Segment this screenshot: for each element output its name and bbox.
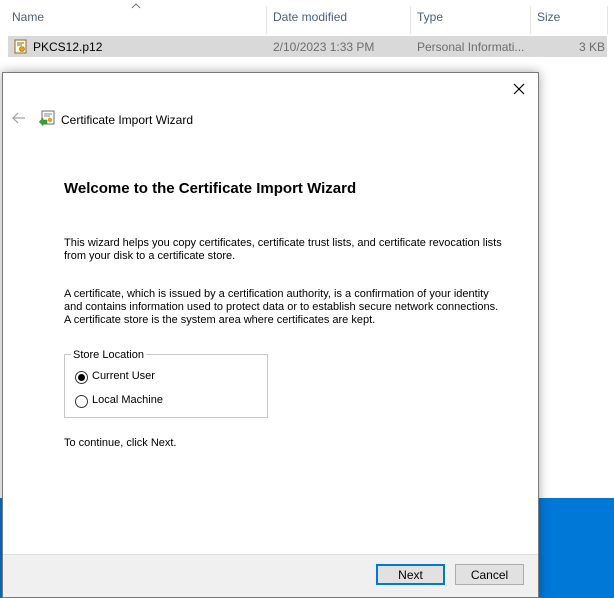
radio-button-checked[interactable] xyxy=(75,371,88,384)
radio-label-current-user[interactable]: Current User xyxy=(92,370,155,382)
file-row[interactable]: PKCS12.p12 2/10/2023 1:33 PM Personal In… xyxy=(8,36,607,57)
column-divider[interactable] xyxy=(607,6,608,34)
column-header-row: Name Date modified Type Size xyxy=(0,0,614,34)
dialog-title: Certificate Import Wizard xyxy=(61,113,194,127)
intro-paragraph: This wizard helps you copy certificates,… xyxy=(64,237,502,262)
column-date-modified[interactable]: Date modified xyxy=(273,10,347,24)
certificate-description-paragraph: A certificate, which is issued by a cert… xyxy=(64,288,499,326)
column-divider[interactable] xyxy=(530,6,531,34)
desktop-background xyxy=(537,498,614,598)
radio-button-unchecked[interactable] xyxy=(75,395,88,408)
column-size[interactable]: Size xyxy=(537,10,560,24)
column-type[interactable]: Type xyxy=(417,10,443,24)
close-icon[interactable] xyxy=(508,79,530,99)
file-name: PKCS12.p12 xyxy=(33,40,103,54)
dialog-footer: Next Cancel xyxy=(3,554,538,597)
certificate-import-wizard-dialog: Certificate Import Wizard Welcome to the… xyxy=(2,72,539,598)
page-heading: Welcome to the Certificate Import Wizard xyxy=(64,180,357,197)
next-button[interactable]: Next xyxy=(376,564,445,585)
store-location-label: Store Location xyxy=(71,349,146,361)
back-arrow-icon[interactable] xyxy=(11,111,27,125)
radio-label-local-machine[interactable]: Local Machine xyxy=(92,394,163,406)
file-size: 3 KB xyxy=(579,40,606,54)
column-divider[interactable] xyxy=(266,6,267,34)
sort-ascending-icon xyxy=(131,3,141,9)
column-divider[interactable] xyxy=(410,6,411,34)
column-name[interactable]: Name xyxy=(12,10,44,24)
file-date-modified: 2/10/2023 1:33 PM xyxy=(273,40,375,54)
cancel-button[interactable]: Cancel xyxy=(455,564,524,585)
certificate-file-icon xyxy=(14,39,27,54)
certificate-wizard-icon xyxy=(38,110,55,126)
continue-instruction: To continue, click Next. xyxy=(64,437,177,449)
store-location-groupbox xyxy=(64,354,268,418)
file-type: Personal Informati... xyxy=(417,40,525,54)
